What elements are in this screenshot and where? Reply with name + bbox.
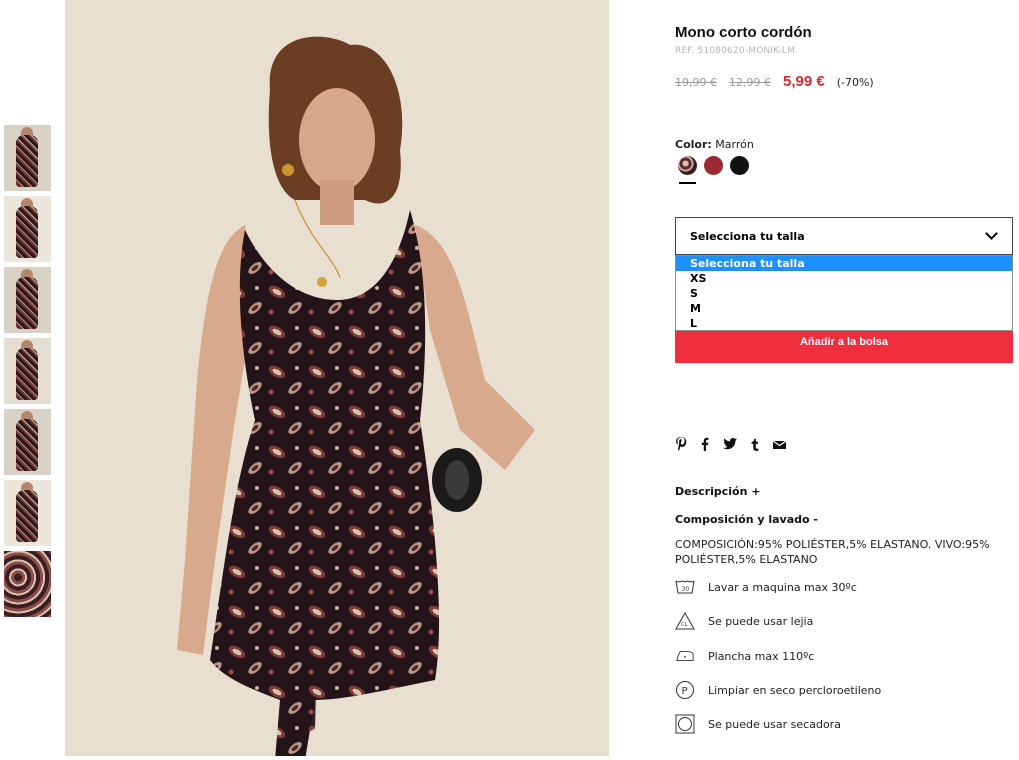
thumbnail-4[interactable] (4, 338, 51, 404)
size-option-s[interactable]: S (676, 286, 1012, 301)
color-label-row: Color: Marrón (675, 138, 754, 151)
thumbnail-3[interactable] (4, 267, 51, 333)
wash-30-icon: 30 (675, 577, 695, 597)
svg-text:CL: CL (681, 622, 687, 628)
thumbnail-5[interactable] (4, 409, 51, 475)
twitter-icon[interactable] (723, 438, 737, 454)
color-selected-name: Marrón (715, 138, 754, 151)
tumble-dry-icon (675, 714, 695, 734)
size-dropdown-list: Selecciona tu talla XS S M L (675, 255, 1013, 331)
care-text-bleach: Se puede usar lejia (708, 614, 814, 628)
thumbnail-2[interactable] (4, 196, 51, 262)
care-item-wash: 30 Lavar a maquina max 30ºc (675, 577, 857, 597)
svg-text:30: 30 (682, 586, 690, 593)
care-item-tumble: Se puede usar secadora (675, 714, 841, 734)
thumbnail-1[interactable] (4, 125, 51, 191)
thumbnail-7[interactable] (4, 551, 51, 617)
size-option-l[interactable]: L (676, 316, 1012, 331)
chevron-down-icon (985, 227, 998, 240)
care-item-bleach: CL Se puede usar lejia (675, 611, 813, 631)
svg-text:P: P (682, 686, 688, 697)
care-text-dryclean: Limpiar en seco percloroetileno (708, 683, 882, 697)
current-price: 5,99 € (783, 73, 825, 90)
color-swatches (678, 156, 756, 175)
social-share-row (675, 437, 800, 455)
composition-toggle[interactable]: Composición y lavado - (675, 513, 818, 526)
discount-badge: (-70%) (836, 76, 874, 89)
original-price: 19,99 € (675, 76, 717, 89)
color-label: Color: (675, 138, 712, 151)
pinterest-icon[interactable] (675, 437, 687, 455)
size-option-xs[interactable]: XS (676, 271, 1012, 286)
composition-text: COMPOSICIÓN:95% POLIÉSTER,5% ELASTANO. V… (675, 538, 990, 566)
model-illustration (65, 0, 609, 756)
care-item-iron: Plancha max 110ºc (675, 646, 814, 666)
swatch-black[interactable] (730, 156, 749, 175)
add-to-bag-button[interactable]: Añadir a la bolsa (675, 326, 1013, 363)
price-row: 19,99 € 12,99 € 5,99 € (-70%) (675, 73, 874, 90)
bleach-icon: CL (675, 611, 695, 631)
care-text-wash: Lavar a maquina max 30ºc (708, 580, 857, 594)
selected-swatch-indicator (679, 182, 696, 184)
size-option-placeholder[interactable]: Selecciona tu talla (676, 256, 1012, 271)
email-icon[interactable] (772, 439, 787, 454)
description-toggle[interactable]: Descripción + (675, 485, 760, 498)
size-select[interactable]: Selecciona tu talla (675, 217, 1013, 255)
facebook-icon[interactable] (701, 437, 709, 455)
thumbnail-6[interactable] (4, 480, 51, 546)
iron-icon (675, 646, 695, 666)
main-product-image (65, 0, 609, 756)
care-text-iron: Plancha max 110ºc (708, 649, 815, 663)
swatch-brown[interactable] (678, 156, 697, 175)
swatch-red[interactable] (704, 156, 723, 175)
thumbnail-strip (4, 125, 52, 622)
tumblr-icon[interactable] (751, 438, 759, 455)
product-title: Mono corto cordón (675, 24, 812, 41)
product-reference: REF. 51080620-MONIK-LM (675, 46, 796, 56)
previous-price: 12,99 € (729, 76, 771, 89)
dry-clean-p-icon: P (675, 680, 695, 700)
size-select-value: Selecciona tu talla (690, 230, 805, 243)
size-option-m[interactable]: M (676, 301, 1012, 316)
care-text-tumble: Se puede usar secadora (708, 717, 841, 731)
care-item-dryclean: P Limpiar en seco percloroetileno (675, 680, 881, 700)
